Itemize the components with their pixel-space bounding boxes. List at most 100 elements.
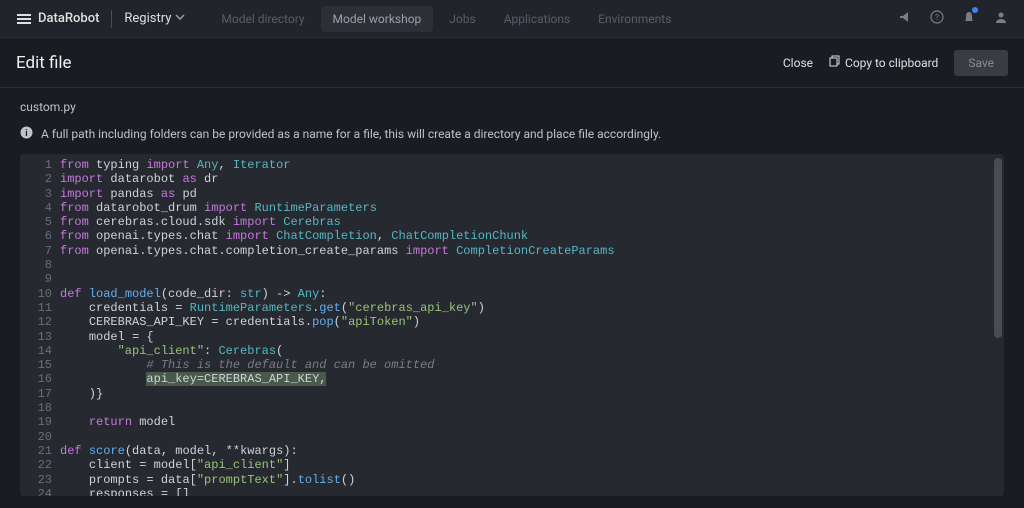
line-number: 15 bbox=[20, 358, 60, 372]
code-content[interactable]: "api_client": Cerebras( bbox=[60, 344, 1004, 358]
page-title: Edit file bbox=[16, 53, 72, 73]
code-line: 13 model = { bbox=[20, 330, 1004, 344]
code-line: 14 "api_client": Cerebras( bbox=[20, 344, 1004, 358]
line-number: 23 bbox=[20, 473, 60, 487]
notification-dot bbox=[972, 7, 978, 13]
code-content[interactable]: CEREBRAS_API_KEY = credentials.pop("apiT… bbox=[60, 315, 1004, 329]
code-line: 20 bbox=[20, 430, 1004, 444]
line-number: 16 bbox=[20, 372, 60, 386]
code-content[interactable]: responses = [] bbox=[60, 487, 1004, 496]
code-content[interactable]: # This is the default and can be omitted bbox=[60, 358, 1004, 372]
nav-tabs: Model directoryModel workshopJobsApplica… bbox=[209, 6, 683, 32]
code-content[interactable]: import pandas as pd bbox=[60, 187, 1004, 201]
code-content[interactable]: api_key=CEREBRAS_API_KEY, bbox=[60, 372, 1004, 386]
chevron-down-icon bbox=[175, 11, 185, 26]
code-line: 23 prompts = data["promptText"].tolist() bbox=[20, 473, 1004, 487]
code-line: 2import datarobot as dr bbox=[20, 172, 1004, 186]
nav-tab-applications[interactable]: Applications bbox=[492, 6, 582, 32]
code-content[interactable]: prompts = data["promptText"].tolist() bbox=[60, 473, 1004, 487]
line-number: 20 bbox=[20, 430, 60, 444]
code-content[interactable]: return model bbox=[60, 415, 1004, 429]
code-content[interactable]: def load_model(code_dir: str) -> Any: bbox=[60, 287, 1004, 301]
nav-right: ? bbox=[898, 9, 1008, 28]
code-line: 12 CEREBRAS_API_KEY = credentials.pop("a… bbox=[20, 315, 1004, 329]
line-number: 12 bbox=[20, 315, 60, 329]
info-icon: i bbox=[20, 126, 33, 142]
line-number: 9 bbox=[20, 272, 60, 286]
line-number: 10 bbox=[20, 287, 60, 301]
line-number: 17 bbox=[20, 387, 60, 401]
announcement-icon[interactable] bbox=[898, 9, 912, 28]
code-content[interactable]: from datarobot_drum import RuntimeParame… bbox=[60, 201, 1004, 215]
svg-text:?: ? bbox=[935, 13, 939, 22]
hint-row: i A full path including folders can be p… bbox=[20, 126, 1004, 142]
line-number: 18 bbox=[20, 401, 60, 415]
code-content[interactable]: client = model["api_client"] bbox=[60, 458, 1004, 472]
code-content[interactable]: model = { bbox=[60, 330, 1004, 344]
subheader: Edit file Close Copy to clipboard Save bbox=[0, 38, 1024, 88]
code-content[interactable]: credentials = RuntimeParameters.get("cer… bbox=[60, 301, 1004, 315]
line-number: 21 bbox=[20, 444, 60, 458]
line-number: 22 bbox=[20, 458, 60, 472]
code-line: 16 api_key=CEREBRAS_API_KEY, bbox=[20, 372, 1004, 386]
line-number: 6 bbox=[20, 229, 60, 243]
user-icon[interactable] bbox=[994, 9, 1008, 28]
line-number: 7 bbox=[20, 244, 60, 258]
scrollbar-thumb[interactable] bbox=[994, 158, 1002, 338]
nav-tab-environments[interactable]: Environments bbox=[586, 6, 683, 32]
code-line: 11 credentials = RuntimeParameters.get("… bbox=[20, 301, 1004, 315]
code-editor[interactable]: 1from typing import Any, Iterator2import… bbox=[20, 154, 1004, 496]
code-content[interactable]: from typing import Any, Iterator bbox=[60, 158, 1004, 172]
code-content[interactable]: from openai.types.chat import ChatComple… bbox=[60, 229, 1004, 243]
code-line: 18 bbox=[20, 401, 1004, 415]
subheader-actions: Close Copy to clipboard Save bbox=[783, 50, 1008, 76]
code-content[interactable]: import datarobot as dr bbox=[60, 172, 1004, 186]
close-button[interactable]: Close bbox=[783, 56, 813, 70]
code-content[interactable]: def score(data, model, **kwargs): bbox=[60, 444, 1004, 458]
nav-tab-jobs[interactable]: Jobs bbox=[437, 6, 487, 32]
code-line: 4from datarobot_drum import RuntimeParam… bbox=[20, 201, 1004, 215]
code-content[interactable] bbox=[60, 430, 1004, 444]
code-line: 9 bbox=[20, 272, 1004, 286]
code-content[interactable]: )} bbox=[60, 387, 1004, 401]
app-name: Registry bbox=[124, 11, 171, 26]
code-line: 21def score(data, model, **kwargs): bbox=[20, 444, 1004, 458]
divider bbox=[111, 10, 112, 28]
line-number: 4 bbox=[20, 201, 60, 215]
code-content[interactable]: from openai.types.chat.completion_create… bbox=[60, 244, 1004, 258]
code-line: 3import pandas as pd bbox=[20, 187, 1004, 201]
line-number: 8 bbox=[20, 258, 60, 272]
line-number: 5 bbox=[20, 215, 60, 229]
content: custom.py i A full path including folder… bbox=[0, 88, 1024, 508]
code-content[interactable] bbox=[60, 258, 1004, 272]
code-content[interactable] bbox=[60, 401, 1004, 415]
line-number: 24 bbox=[20, 487, 60, 496]
scrollbar[interactable] bbox=[994, 158, 1002, 492]
nav-tab-model-workshop[interactable]: Model workshop bbox=[321, 6, 434, 32]
copy-icon bbox=[829, 55, 841, 70]
brand[interactable]: DataRobot bbox=[16, 11, 99, 27]
copy-to-clipboard-button[interactable]: Copy to clipboard bbox=[829, 55, 938, 70]
line-number: 2 bbox=[20, 172, 60, 186]
line-number: 3 bbox=[20, 187, 60, 201]
save-button[interactable]: Save bbox=[954, 50, 1008, 76]
code-line: 24 responses = [] bbox=[20, 487, 1004, 496]
app-switcher[interactable]: Registry bbox=[124, 11, 185, 26]
code-line: 15 # This is the default and can be omit… bbox=[20, 358, 1004, 372]
nav-tab-model-directory[interactable]: Model directory bbox=[209, 6, 316, 32]
code-line: 8 bbox=[20, 258, 1004, 272]
line-number: 19 bbox=[20, 415, 60, 429]
line-number: 1 bbox=[20, 158, 60, 172]
help-icon[interactable]: ? bbox=[930, 9, 944, 28]
bell-icon[interactable] bbox=[962, 9, 976, 28]
code-line: 17 )} bbox=[20, 387, 1004, 401]
line-number: 11 bbox=[20, 301, 60, 315]
line-number: 14 bbox=[20, 344, 60, 358]
code-content[interactable]: from cerebras.cloud.sdk import Cerebras bbox=[60, 215, 1004, 229]
code-content[interactable] bbox=[60, 272, 1004, 286]
code-line: 19 return model bbox=[20, 415, 1004, 429]
hint-text: A full path including folders can be pro… bbox=[41, 127, 661, 141]
code-line: 5from cerebras.cloud.sdk import Cerebras bbox=[20, 215, 1004, 229]
svg-text:i: i bbox=[25, 129, 27, 139]
filename: custom.py bbox=[20, 100, 1004, 114]
